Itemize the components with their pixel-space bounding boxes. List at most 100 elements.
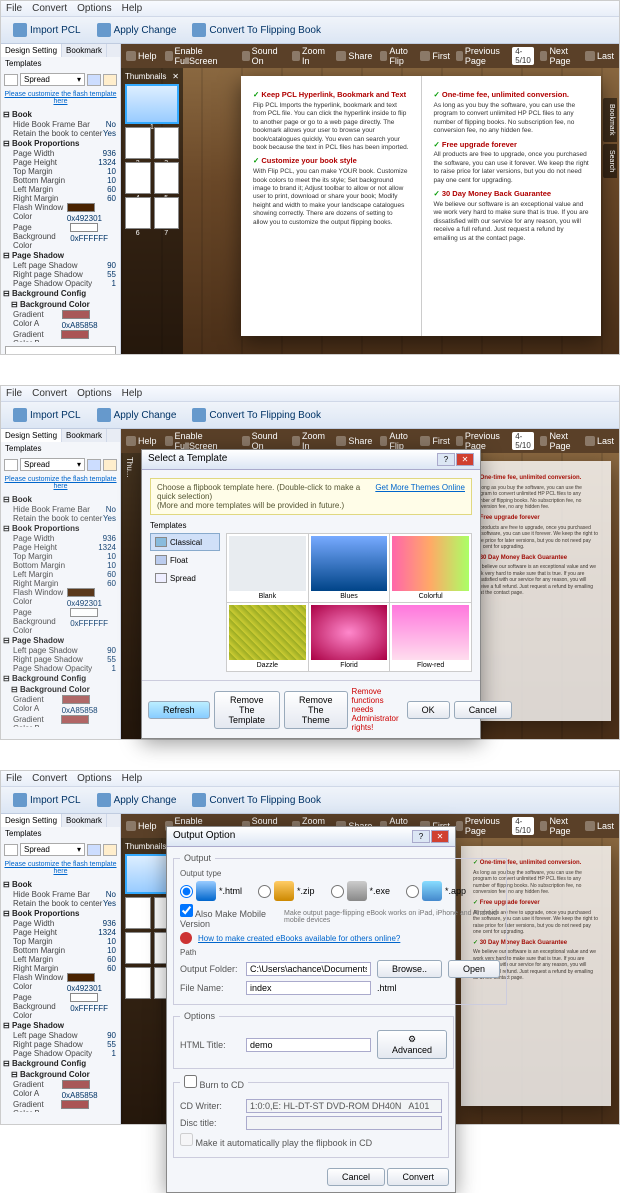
template-save[interactable] [103,74,117,86]
import-pcl-button[interactable]: Import PCL [6,790,88,810]
close-icon[interactable]: ✕ [456,453,474,466]
burn-checkbox[interactable]: Burn to CD [184,1080,244,1090]
theme-dazzle[interactable]: Dazzle [227,603,308,671]
flipbook-viewer: Help Enable FullScreen Sound On Zoom In … [121,44,619,354]
first-page-button[interactable]: First [420,51,450,61]
theme-colorful[interactable]: Colorful [390,534,471,602]
flipbook[interactable]: Keep PCL Hyperlink, Bookmark and TextFli… [241,76,601,336]
theme-blues[interactable]: Blues [309,534,390,602]
thumb-3[interactable]: 3 [154,127,180,159]
apply-icon [97,23,111,37]
help-icon[interactable]: ? [437,453,455,466]
exe-icon [347,881,367,901]
help-button[interactable]: Help [126,51,157,61]
also-mobile-checkbox[interactable]: Also Make Mobile Version [180,904,278,929]
chevron-down-icon: ▾ [77,75,81,84]
fullscreen-icon [165,51,173,61]
file-name-input[interactable] [246,981,371,995]
cancel-button[interactable]: Cancel [454,701,512,719]
page-indicator[interactable]: 4-5/10 [512,47,534,65]
sound-button[interactable]: Sound On [242,46,284,66]
close-icon[interactable]: ✕ [431,830,449,843]
template-select[interactable]: Spread▾ [20,73,85,86]
help-icon[interactable]: ? [412,830,430,843]
group-pageshadow[interactable]: ⊟ Page Shadow [3,250,118,261]
next-page-button[interactable]: Next Page [540,46,579,66]
import-pcl-button[interactable]: Import PCL [6,405,88,425]
property-tree[interactable]: ⊟ Book Hide Book Frame BarNo Retain the … [1,107,120,342]
theme-florid[interactable]: Florid [309,603,390,671]
side-tab-bookmark[interactable]: Bookmark [603,98,617,142]
app-window-2: FileConvertOptionsHelp Import PCL Apply … [0,385,620,740]
next-icon [540,51,547,61]
app-window-3: FileConvertOptionsHelp Import PCL Apply … [0,770,620,1125]
ok-button[interactable]: OK [407,701,450,719]
import-pcl-button[interactable]: Import PCL [6,20,88,40]
apply-change-button[interactable]: Apply Change [90,790,184,810]
convert-button[interactable]: Convert To Flipping Book [185,20,328,40]
tab-bookmark[interactable]: Bookmark [62,44,107,57]
convert-button[interactable]: Convert To Flipping Book [185,790,328,810]
apply-change-button[interactable]: Apply Change [90,405,184,425]
dialog-title: Output Option [173,830,235,843]
theme-flow-red[interactable]: Flow-red [390,603,471,671]
remove-theme-button[interactable]: Remove The Theme [284,691,348,729]
select-template-dialog: Select a Template ?✕ Get More Themes Onl… [141,449,481,739]
thumb-7[interactable]: 7 [154,197,180,229]
template-browse[interactable] [87,74,101,86]
template-spread[interactable]: Spread [150,569,220,587]
customize-link[interactable]: Please customize the flash template here [1,89,120,107]
template-thumb[interactable] [4,74,18,86]
burn-group: Burn to CD CD Writer: Disc title: Make i… [173,1075,449,1158]
thumb-6[interactable]: 6 [125,197,151,229]
template-grid: Blank Blues Colorful Dazzle Florid Flow-… [226,533,472,672]
app-icon [422,881,442,901]
remove-template-button[interactable]: Remove The Template [214,691,281,729]
template-classical[interactable]: Classical [150,533,220,551]
menu-convert[interactable]: Convert [32,3,67,14]
browse-button[interactable]: Browse.. [377,960,442,978]
thumb-1[interactable]: 1 [125,84,179,124]
gear-icon: ⚙ [408,1034,416,1044]
info-icon [180,932,192,944]
how-link[interactable]: How to make created eBooks available for… [198,934,400,943]
prev-icon [456,51,463,61]
share-button[interactable]: Share [336,51,372,61]
autoflip-button[interactable]: Auto Flip [380,46,414,66]
thumb-2[interactable]: 2 [125,127,151,159]
menu-help[interactable]: Help [122,3,143,14]
fullscreen-button[interactable]: Enable FullScreen [165,46,234,66]
output-folder-input[interactable] [246,962,371,976]
tab-design-setting[interactable]: Design Setting [1,44,62,57]
convert-button[interactable]: Convert [387,1168,449,1186]
menu-options[interactable]: Options [77,3,111,14]
zoom-button[interactable]: Zoom In [292,46,328,66]
type-html[interactable]: *.html [180,881,242,901]
open-button[interactable]: Open [448,960,500,978]
last-page-button[interactable]: Last [585,51,614,61]
html-title-input[interactable] [246,1038,371,1052]
convert-button[interactable]: Convert To Flipping Book [185,405,328,425]
template-float[interactable]: Float [150,551,220,569]
thumb-5[interactable]: 5 [154,162,180,194]
theme-blank[interactable]: Blank [227,534,308,602]
apply-change-button[interactable]: Apply Change [90,20,184,40]
close-thumbs-icon[interactable]: ✕ [172,72,179,81]
import-icon [13,23,27,37]
page-right: One-time fee, unlimited conversion.As lo… [422,76,602,336]
group-book[interactable]: ⊟ Book [3,109,118,120]
output-group: Output Output type *.html *.zip *.exe *.… [173,853,507,1005]
thumb-4[interactable]: 4 [125,162,151,194]
group-bgconfig[interactable]: ⊟ Background Config [3,288,118,299]
more-themes-link[interactable]: Get More Themes Online [375,483,465,492]
type-exe[interactable]: *.exe [331,881,391,901]
advanced-button[interactable]: ⚙ Advanced [377,1030,447,1059]
menu-file[interactable]: File [6,3,22,14]
group-proportions[interactable]: ⊟ Book Proportions [3,138,118,149]
cancel-button[interactable]: Cancel [327,1168,385,1186]
prev-page-button[interactable]: Previous Page [456,46,506,66]
refresh-button[interactable]: Refresh [148,701,210,719]
side-tab-search[interactable]: Search [603,144,617,178]
type-zip[interactable]: *.zip [258,881,315,901]
type-app[interactable]: *.app [406,881,466,901]
